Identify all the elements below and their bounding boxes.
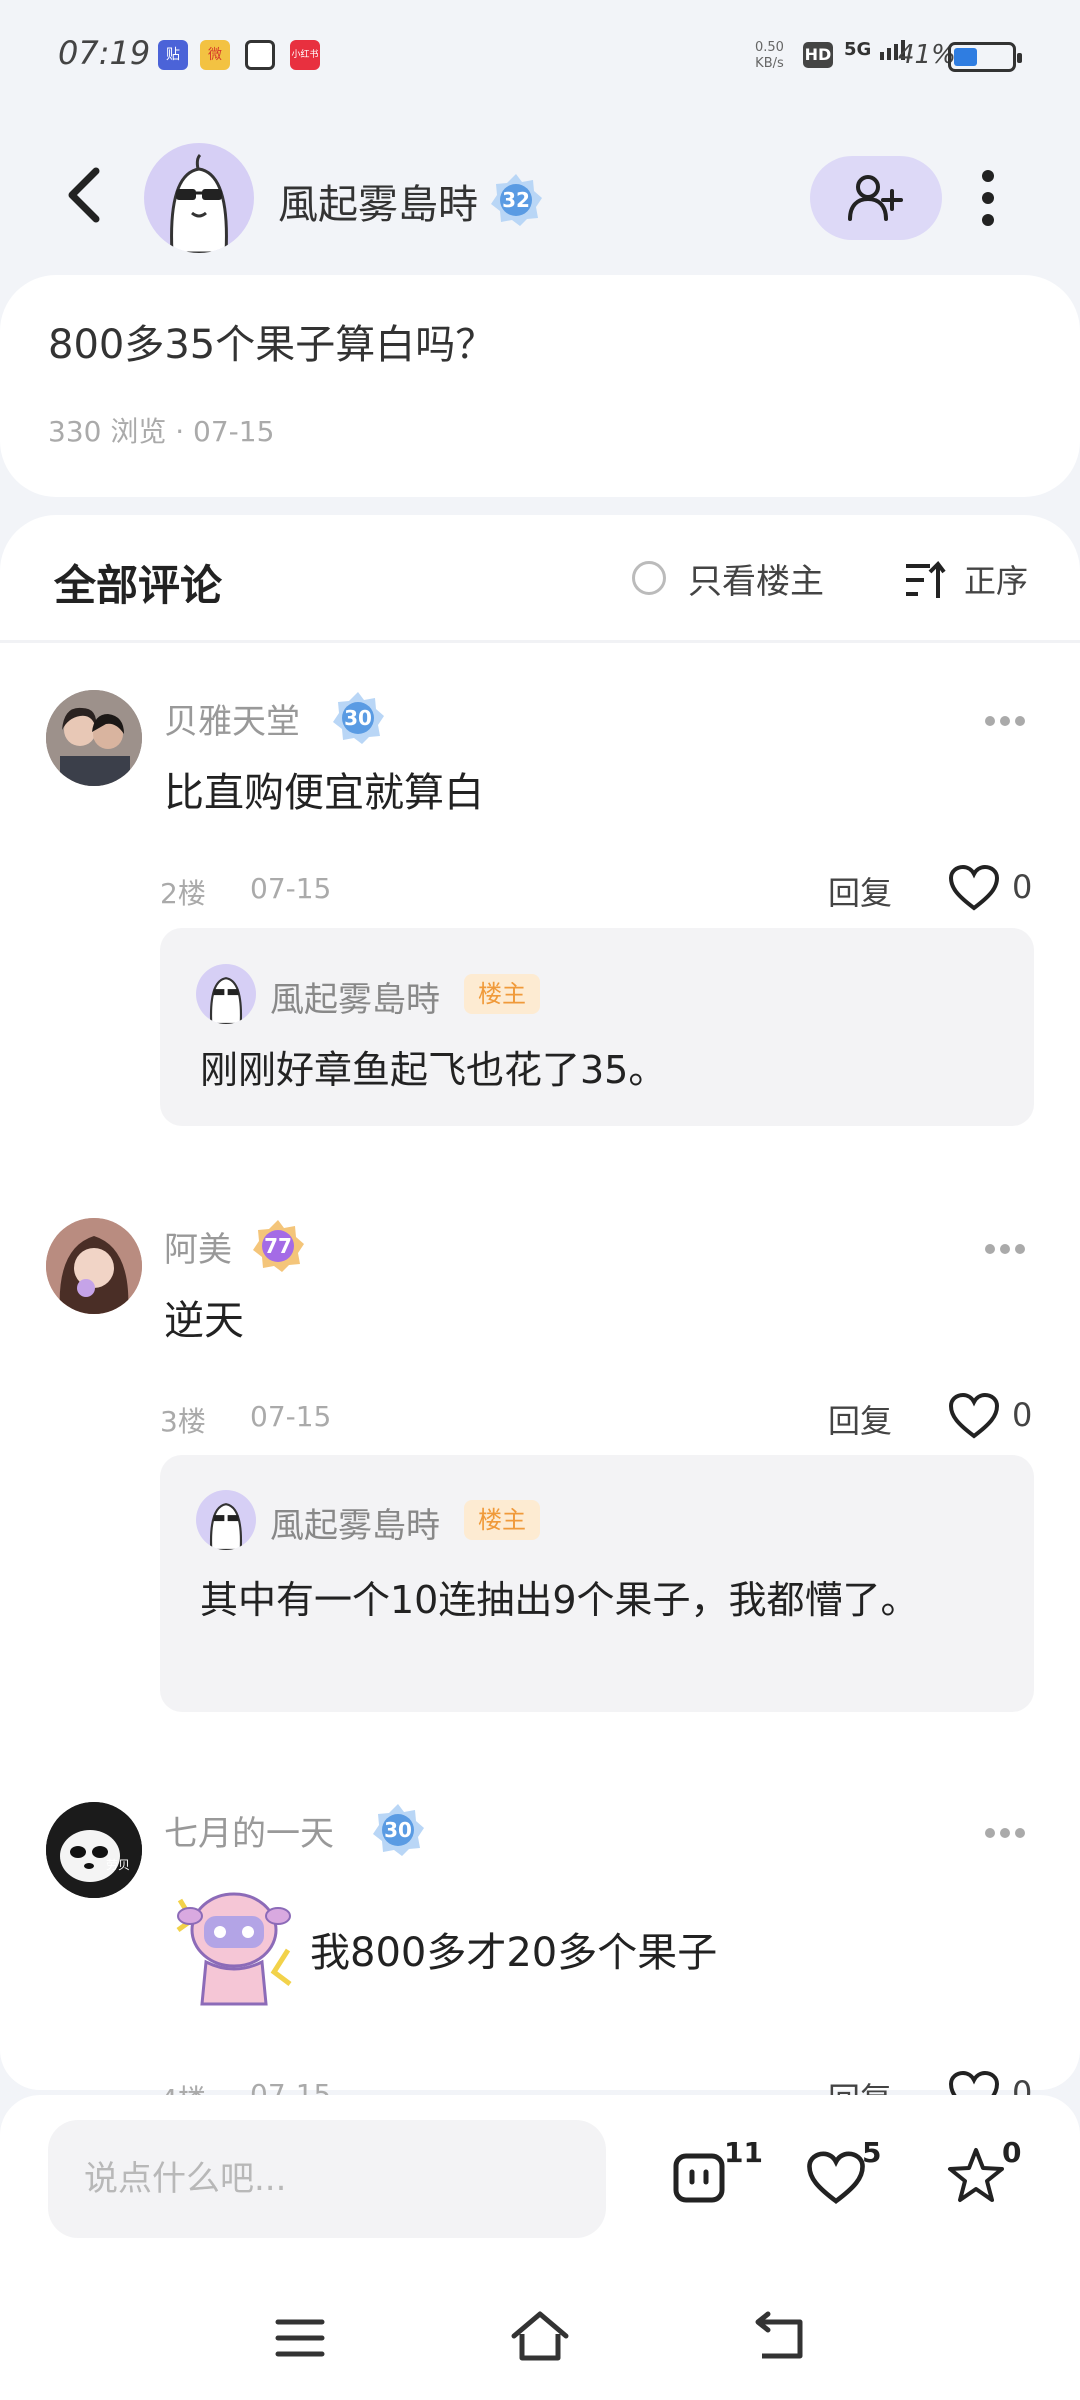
comment-text: 比直购便宜就算白 bbox=[164, 770, 484, 816]
more-horizontal-icon bbox=[985, 1828, 1025, 1838]
sort-icon[interactable] bbox=[904, 560, 946, 602]
network-speed: 0.50 KB/s bbox=[755, 40, 784, 72]
heart-icon bbox=[807, 2151, 865, 2204]
only-op-label[interactable]: 只看楼主 bbox=[688, 554, 824, 603]
author-avatar[interactable] bbox=[144, 143, 254, 253]
heart-icon bbox=[948, 864, 1000, 911]
comment-avatar[interactable] bbox=[46, 690, 142, 786]
reply-avatar bbox=[196, 1490, 256, 1550]
like-count: 0 bbox=[1012, 1396, 1033, 1434]
chevron-left-icon bbox=[68, 167, 100, 223]
reply-button[interactable]: 回复 bbox=[828, 868, 892, 914]
network-speed-value: 0.50 bbox=[755, 40, 784, 55]
level-badge: 77 bbox=[250, 1218, 306, 1274]
comment-more-button[interactable] bbox=[984, 712, 1026, 726]
level-number: 77 bbox=[264, 1234, 292, 1258]
home-nav-button[interactable] bbox=[508, 2306, 572, 2370]
like-post-button[interactable] bbox=[806, 2148, 866, 2208]
back-icon bbox=[755, 2311, 803, 2359]
network-type: 5G bbox=[844, 39, 872, 60]
level-number: 32 bbox=[502, 188, 530, 212]
follow-button[interactable] bbox=[810, 156, 942, 240]
op-badge: 楼主 bbox=[464, 1500, 540, 1540]
post-meta: 330 浏览 · 07-15 bbox=[48, 415, 275, 448]
more-options-button[interactable] bbox=[976, 168, 1000, 228]
comment-avatar[interactable] bbox=[46, 1218, 142, 1314]
reply-button[interactable]: 回复 bbox=[828, 1396, 892, 1442]
sticker-image bbox=[170, 1880, 298, 2010]
comments-count: 11 bbox=[724, 2136, 763, 2169]
status-time: 07:19 bbox=[58, 34, 151, 72]
more-horizontal-icon bbox=[985, 716, 1025, 726]
comment-floor: 2楼 bbox=[160, 877, 206, 910]
comment-more-button[interactable] bbox=[984, 1240, 1026, 1254]
comment-date: 07-15 bbox=[250, 872, 332, 905]
battery-fill bbox=[954, 48, 977, 66]
sort-label[interactable]: 正序 bbox=[964, 556, 1028, 602]
level-badge: 30 bbox=[330, 690, 386, 746]
divider bbox=[0, 640, 1080, 643]
weibo-icon: 微 bbox=[200, 40, 230, 70]
network-speed-unit: KB/s bbox=[755, 56, 784, 71]
back-button[interactable] bbox=[62, 165, 112, 225]
level-badge: 30 bbox=[370, 1802, 426, 1858]
comment-text: 逆天 bbox=[164, 1298, 244, 1344]
xiaohongshu-icon: 小红书 bbox=[290, 40, 320, 70]
heart-icon bbox=[948, 1392, 1000, 1439]
likes-count: 5 bbox=[862, 2136, 882, 2169]
comment-avatar[interactable]: 劳贝 bbox=[46, 1802, 142, 1898]
reply-text: 刚刚好章鱼起飞也花了35。 bbox=[200, 1048, 667, 1092]
home-icon bbox=[511, 2311, 569, 2361]
star-icon bbox=[948, 2148, 1004, 2202]
op-badge: 楼主 bbox=[464, 974, 540, 1014]
reply-author[interactable]: 風起雾島時 bbox=[270, 1498, 440, 1547]
favorites-count: 0 bbox=[1002, 2136, 1022, 2169]
comments-button[interactable] bbox=[670, 2148, 730, 2208]
menu-icon bbox=[275, 2319, 325, 2357]
post-card bbox=[0, 275, 1080, 497]
reply-author[interactable]: 風起雾島時 bbox=[270, 972, 440, 1021]
menu-nav-button[interactable] bbox=[268, 2306, 332, 2370]
more-vertical-icon bbox=[982, 170, 994, 226]
tieba-icon: 贴 bbox=[158, 40, 188, 70]
comment-author[interactable]: 七月的一天 bbox=[164, 1806, 334, 1855]
hd-icon: HD bbox=[803, 42, 833, 68]
reply-text: 其中有一个10连抽出9个果子，我都懵了。 bbox=[200, 1578, 919, 1622]
level-badge: 32 bbox=[488, 172, 544, 228]
comment-floor: 3楼 bbox=[160, 1405, 206, 1438]
back-nav-button[interactable] bbox=[748, 2306, 812, 2370]
comment-author[interactable]: 阿美 bbox=[164, 1222, 232, 1271]
comment-icon bbox=[673, 2153, 725, 2203]
more-horizontal-icon bbox=[985, 1244, 1025, 1254]
comments-title: 全部评论 bbox=[54, 561, 223, 610]
author-name[interactable]: 風起雾島時 bbox=[278, 172, 478, 230]
comment-input-box[interactable] bbox=[48, 2120, 606, 2238]
like-button[interactable] bbox=[948, 1392, 1000, 1440]
only-op-radio[interactable] bbox=[632, 561, 666, 595]
comment-text: 我800多才20多个果子 bbox=[310, 1930, 718, 1976]
comment-more-button[interactable] bbox=[984, 1824, 1026, 1838]
level-number: 30 bbox=[384, 1818, 412, 1842]
comment-input[interactable] bbox=[48, 2120, 606, 2238]
comments-panel bbox=[0, 515, 1080, 2090]
status-bar: 07:19 贴 微 小红书 0.50 KB/s HD 5G 41% bbox=[0, 0, 1080, 110]
reply-avatar bbox=[196, 964, 256, 1024]
comment-author[interactable]: 贝雅天堂 bbox=[164, 694, 300, 743]
battery-icon bbox=[948, 42, 1022, 72]
like-count: 0 bbox=[1012, 868, 1033, 906]
avatar-tag: 劳贝 bbox=[106, 1858, 131, 1872]
add-user-icon bbox=[848, 175, 903, 221]
level-number: 30 bbox=[344, 706, 372, 730]
post-title: 800多35个果子算白吗？ bbox=[48, 322, 496, 368]
app-icon bbox=[245, 40, 275, 70]
favorite-button[interactable] bbox=[946, 2146, 1006, 2206]
comment-date: 07-15 bbox=[250, 1400, 332, 1433]
like-button[interactable] bbox=[948, 864, 1000, 912]
